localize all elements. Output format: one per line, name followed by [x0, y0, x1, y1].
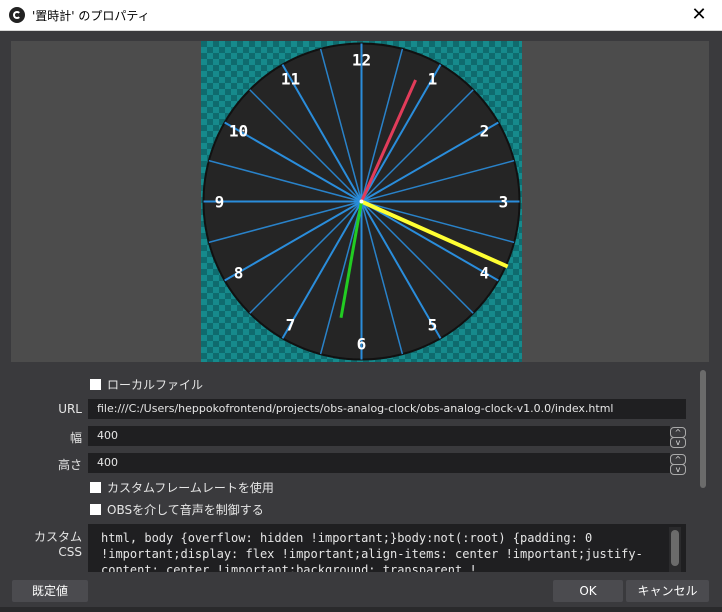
clock-number: 5: [428, 315, 438, 334]
clock-number: 9: [215, 193, 225, 212]
height-decrease-icon[interactable]: v: [670, 464, 686, 475]
css-scrollbar[interactable]: [669, 527, 681, 572]
checkbox-icon[interactable]: [90, 504, 101, 515]
close-icon[interactable]: ✕: [676, 0, 722, 30]
defaults-button[interactable]: 既定値: [12, 580, 88, 602]
source-preview: 1 2 3 4 5 6 7 8 9 10 11 12: [11, 41, 709, 362]
width-field[interactable]: 400: [88, 426, 670, 446]
checkbox-icon[interactable]: [90, 482, 101, 493]
custom-css-editor[interactable]: html, body {overflow: hidden !important;…: [88, 524, 686, 572]
properties-scrollbar[interactable]: [697, 370, 709, 488]
title-bar: '置時計' のプロパティ ✕: [0, 0, 722, 31]
cancel-button[interactable]: キャンセル: [626, 580, 709, 602]
clock-number: 8: [234, 264, 244, 283]
clock-number: 1: [428, 70, 438, 89]
clock-preview: 1 2 3 4 5 6 7 8 9 10 11 12: [201, 41, 522, 362]
obs-audio-checkbox[interactable]: OBSを介して音声を制御する: [90, 502, 264, 518]
clock-number: 6: [357, 335, 367, 354]
clock-number: 11: [281, 70, 300, 89]
width-decrease-icon[interactable]: v: [670, 437, 686, 448]
custom-css-label: カスタム CSS: [33, 530, 82, 559]
css-scrollbar-thumb[interactable]: [671, 530, 679, 566]
bottom-edge: [0, 607, 722, 612]
url-label: URL: [58, 402, 82, 416]
width-label: 幅: [69, 431, 82, 445]
ok-button[interactable]: OK: [553, 580, 623, 602]
url-field[interactable]: file:///C:/Users/heppokofrontend/project…: [88, 399, 686, 419]
clock-number: 3: [499, 193, 509, 212]
window-title: '置時計' のプロパティ: [32, 9, 150, 23]
clock-center-pin: [359, 199, 364, 204]
custom-framerate-checkbox[interactable]: カスタムフレームレートを使用: [90, 480, 274, 496]
clock-number: 12: [352, 51, 371, 70]
obs-icon: [9, 7, 25, 23]
analog-clock: 123456789101112: [202, 42, 521, 361]
clock-number: 10: [229, 122, 248, 141]
local-file-label: ローカルファイル: [107, 378, 204, 392]
obs-audio-label: OBSを介して音声を制御する: [107, 503, 264, 517]
clock-number: 4: [480, 264, 490, 283]
clock-number: 2: [480, 122, 490, 141]
properties-scrollbar-thumb[interactable]: [700, 370, 706, 488]
checkbox-icon[interactable]: [90, 379, 101, 390]
clock-number: 7: [286, 315, 296, 334]
height-label: 高さ: [57, 458, 82, 472]
custom-framerate-label: カスタムフレームレートを使用: [107, 481, 274, 495]
height-field[interactable]: 400: [88, 453, 670, 473]
local-file-checkbox[interactable]: ローカルファイル: [90, 377, 203, 393]
